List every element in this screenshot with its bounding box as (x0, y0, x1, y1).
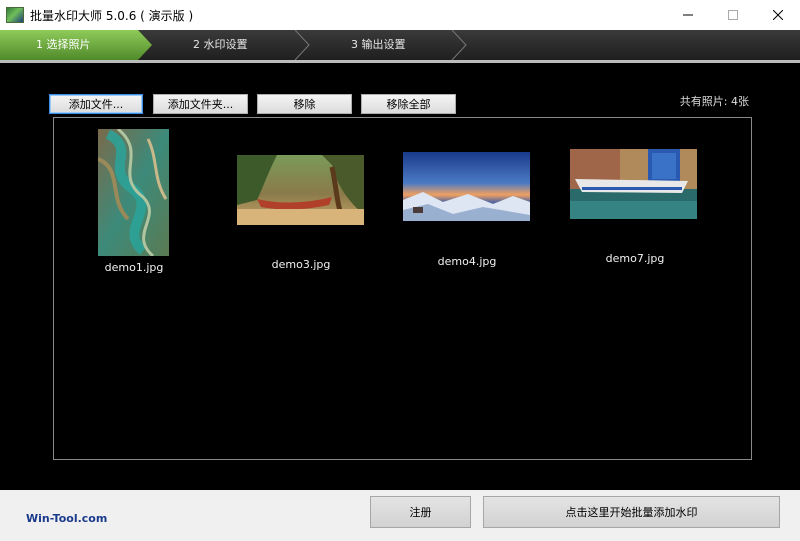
photo-caption: demo7.jpg (605, 252, 665, 265)
title-bar: 批量水印大师 5.0.6 ( 演示版 ) (0, 0, 800, 30)
tab-watermark-settings[interactable]: 2 水印设置 (193, 30, 248, 60)
window-title: 批量水印大师 5.0.6 ( 演示版 ) (30, 8, 194, 23)
terraced-aerial-thumbnail[interactable] (98, 129, 169, 256)
maximize-button[interactable] (710, 0, 755, 30)
steps-underline (0, 60, 800, 63)
photo-caption: demo1.jpg (104, 261, 164, 274)
start-watermark-button[interactable]: 点击这里开始批量添加水印 (483, 496, 780, 528)
steps-bar: 1 选择照片 2 水印设置 3 输出设置 (0, 30, 800, 63)
photo-count: 共有照片: 4张 (679, 95, 749, 108)
remove-all-button[interactable]: 移除全部 (361, 94, 456, 114)
tab-select-photos[interactable]: 1 选择照片 (36, 30, 91, 60)
step-divider-icon (294, 30, 310, 61)
maximize-icon (727, 10, 738, 20)
footer-bar: Win-Tool.com 注册 点击这里开始批量添加水印 (0, 490, 800, 541)
step-divider-icon (451, 30, 467, 61)
brand-link[interactable]: Win-Tool.com (26, 512, 107, 525)
close-icon (772, 10, 783, 20)
add-files-button[interactable]: 添加文件... (49, 94, 143, 114)
photo-list[interactable]: demo1.jpg demo3.jpg demo4.jpg demo7.jpg (53, 117, 752, 460)
beach-boat-thumbnail[interactable] (237, 155, 364, 225)
photo-caption: demo4.jpg (437, 255, 497, 268)
harbor-boat-thumbnail[interactable] (570, 149, 697, 219)
app-icon (6, 7, 24, 23)
add-folder-button[interactable]: 添加文件夹... (153, 94, 248, 114)
register-button[interactable]: 注册 (370, 496, 471, 528)
photo-caption: demo3.jpg (271, 258, 331, 271)
minimize-icon (682, 14, 693, 16)
close-button[interactable] (755, 0, 800, 30)
remove-button[interactable]: 移除 (257, 94, 352, 114)
tab-output-settings[interactable]: 3 输出设置 (351, 30, 406, 60)
window-controls (665, 0, 800, 30)
snowy-mountain-dusk-thumbnail[interactable] (403, 152, 530, 221)
minimize-button[interactable] (665, 0, 710, 30)
